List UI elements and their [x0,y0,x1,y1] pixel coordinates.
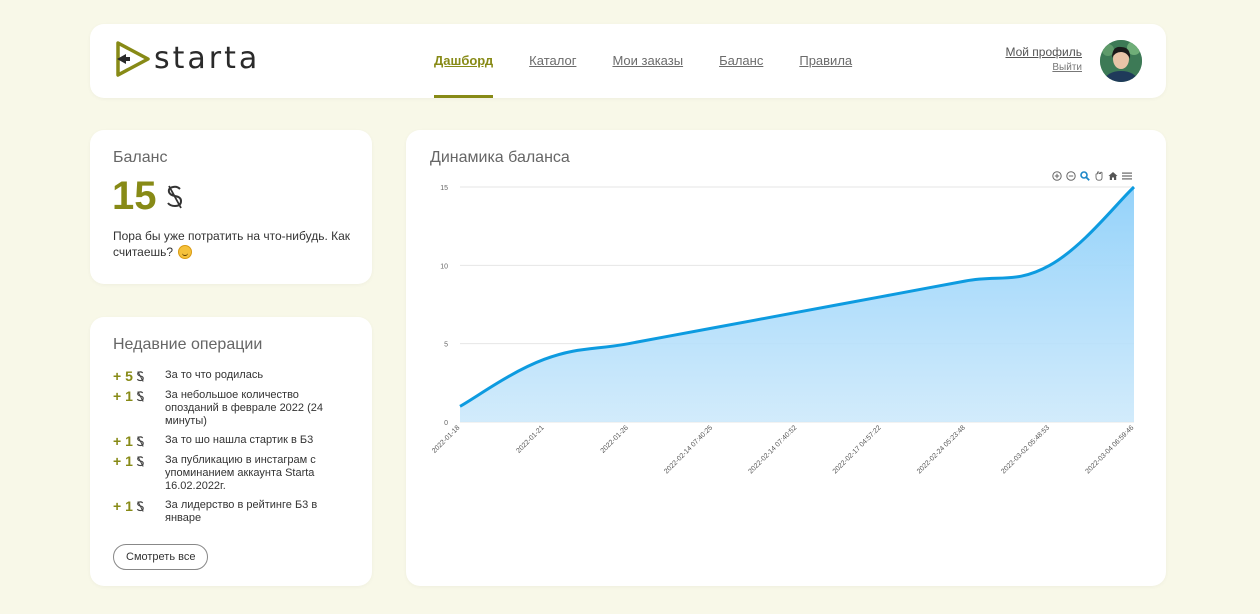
top-header: starta Дашборд Каталог Мои заказы Баланс… [90,24,1166,98]
avatar[interactable] [1100,40,1142,82]
x-tick-label: 2022-03-02 05:48:53 [1000,424,1051,475]
y-tick-label: 5 [444,342,448,349]
x-tick-label: 2022-01-26 [600,424,630,454]
smile-emoji-icon [178,245,193,259]
list-item: + 1 За небольшое количество опозданий в … [113,389,353,428]
currency-icon [165,184,185,215]
x-tick-label: 2022-02-14 07:40:52 [748,424,799,475]
x-tick-label: 2022-02-24 05:23:48 [916,424,967,475]
currency-icon [136,370,144,382]
operations-title: Недавние операции [113,336,263,353]
balance-title: Баланс [113,149,168,166]
profile-links: Мой профиль Выйти [1005,45,1082,73]
operation-amount: + 1 [113,389,165,403]
balance-chart-card: Динамика баланса 0 5 10 15 2022-01-18 2022-0… [406,130,1166,586]
operation-amount: + 1 [113,499,165,513]
x-tick-label: 2022-01-21 [515,424,545,454]
balance-amount: 15 [112,172,185,220]
operation-amount: + 5 [113,369,165,383]
operation-description: За публикацию в инстаграм с упоминанием … [165,454,316,492]
view-all-button[interactable]: Смотреть все [113,544,209,570]
operations-list: + 5 За то что родилась + 1 За небольшое … [113,369,353,531]
main-nav: Дашборд Каталог Мои заказы Баланс Правил… [434,24,888,98]
operation-description: За то шо нашла стартик в Б3 [165,434,314,446]
brand-name: starta [154,41,261,76]
x-tick-label: 2022-02-17 04:57:22 [832,424,883,475]
balance-value: 15 [112,174,157,218]
currency-icon [136,435,144,447]
brand-logo[interactable]: starta [114,41,260,77]
operation-amount: + 1 [113,434,165,448]
x-tick-label: 2022-02-14 07:40:25 [663,424,714,475]
list-item: + 1 За публикацию в инстаграм с упоминан… [113,454,353,493]
logo-triangle-icon [116,41,150,77]
nav-rules[interactable]: Правила [799,24,852,98]
list-item: + 1 За лидерство в рейтинге Б3 в январе [113,499,353,525]
nav-balance[interactable]: Баланс [719,24,763,98]
x-tick-label: 2022-01-18 [431,424,461,454]
operation-description: За небольшое количество опозданий в февр… [165,389,323,427]
balance-area-chart: 0 5 10 15 2022-01-18 2022-01-21 2022-01-26 202… [431,185,1136,475]
operation-description: За то что родилась [165,369,264,381]
operation-amount: + 1 [113,454,165,468]
list-item: + 5 За то что родилась [113,369,353,383]
recent-operations-card: Недавние операции + 5 За то что родилась… [90,317,372,586]
currency-icon [136,390,144,402]
list-item: + 1 За то шо нашла стартик в Б3 [113,434,353,448]
y-tick-label: 15 [440,185,448,192]
nav-catalog[interactable]: Каталог [529,24,576,98]
x-tick-label: 2022-03-04 06:59:46 [1085,424,1136,475]
y-tick-label: 10 [440,263,448,270]
series-area [460,187,1134,422]
operation-description: За лидерство в рейтинге Б3 в январе [165,499,318,524]
balance-message: Пора бы уже потратить на что-нибудь. Как… [113,229,351,259]
balance-card: Баланс 15 Пора бы уже потратить на что-н… [90,130,372,284]
y-tick-label: 0 [444,420,448,427]
my-profile-link[interactable]: Мой профиль [1005,45,1082,59]
currency-icon [136,455,144,467]
logout-link[interactable]: Выйти [1005,62,1082,73]
currency-icon [136,500,144,512]
nav-my-orders[interactable]: Мои заказы [612,24,683,98]
nav-dashboard[interactable]: Дашборд [434,24,494,98]
